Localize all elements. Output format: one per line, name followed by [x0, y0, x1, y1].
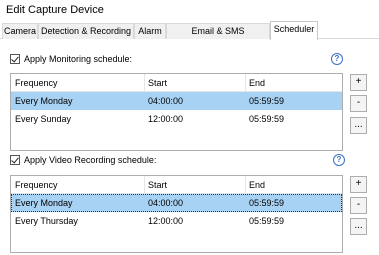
cell-end: 05:59:59: [249, 114, 285, 124]
tab-email-sms-notifications[interactable]: Email & SMS Notifications: [166, 23, 270, 50]
window-title: Edit Capture Device: [6, 4, 104, 16]
help-icon[interactable]: ?: [331, 53, 343, 65]
column-header-end[interactable]: End: [249, 176, 265, 194]
add-monitoring-schedule-button[interactable]: +: [350, 74, 367, 91]
cell-start: 04:00:00: [148, 198, 184, 208]
column-header-frequency[interactable]: Frequency: [15, 176, 58, 194]
table-row[interactable]: Every Sunday 12:00:00 05:59:59: [11, 110, 342, 128]
scheduler-panel: Apply Monitoring schedule: ? Frequency S…: [0, 39, 379, 255]
video-recording-schedule-table[interactable]: Frequency Start End Every Monday 04:00:0…: [10, 175, 343, 253]
column-divider[interactable]: [245, 74, 246, 92]
table-row[interactable]: Every Monday 04:00:00 05:59:59: [11, 194, 342, 212]
table-row[interactable]: Every Thursday 12:00:00 05:59:59: [11, 212, 342, 230]
column-divider[interactable]: [144, 74, 145, 92]
checkbox-checked-icon[interactable]: [10, 53, 20, 64]
monitoring-schedule-checkbox[interactable]: Apply Monitoring schedule:: [10, 52, 132, 65]
checkbox-checked-icon[interactable]: [10, 154, 20, 165]
monitoring-schedule-label: Apply Monitoring schedule:: [24, 53, 133, 64]
add-recording-schedule-button[interactable]: +: [350, 176, 367, 193]
tab-camera[interactable]: Camera: [2, 23, 38, 39]
column-divider[interactable]: [144, 176, 145, 194]
table-header: Frequency Start End: [11, 176, 342, 194]
tab-alarm[interactable]: Alarm: [134, 23, 166, 39]
column-divider[interactable]: [245, 176, 246, 194]
title-bar: Edit Capture Device: [0, 0, 379, 20]
edit-monitoring-schedule-button[interactable]: ...: [350, 117, 367, 134]
cell-frequency: Every Thursday: [15, 216, 78, 226]
cell-start: 12:00:00: [148, 216, 184, 226]
cell-start: 12:00:00: [148, 114, 184, 124]
tab-scheduler[interactable]: Scheduler: [270, 21, 318, 40]
cell-end: 05:59:59: [249, 198, 285, 208]
tab-strip: Camera Detection & Recording Alarm Email…: [0, 20, 379, 50]
remove-monitoring-schedule-button[interactable]: -: [350, 95, 367, 112]
column-header-start[interactable]: Start: [148, 74, 167, 92]
cell-frequency: Every Sunday: [15, 114, 72, 124]
video-recording-schedule-label: Apply Video Recording schedule:: [24, 154, 157, 165]
cell-end: 05:59:59: [249, 96, 285, 106]
help-icon[interactable]: ?: [333, 154, 345, 166]
cell-start: 04:00:00: [148, 96, 184, 106]
monitoring-schedule-table[interactable]: Frequency Start End Every Monday 04:00:0…: [10, 73, 343, 151]
edit-recording-schedule-button[interactable]: ...: [350, 218, 367, 235]
table-header: Frequency Start End: [11, 74, 342, 92]
cell-frequency: Every Monday: [15, 198, 73, 208]
column-header-start[interactable]: Start: [148, 176, 167, 194]
table-row[interactable]: Every Monday 04:00:00 05:59:59: [11, 92, 342, 110]
column-header-frequency[interactable]: Frequency: [15, 74, 58, 92]
tab-detection-recording[interactable]: Detection & Recording: [38, 23, 134, 39]
cell-end: 05:59:59: [249, 216, 285, 226]
remove-recording-schedule-button[interactable]: -: [350, 197, 367, 214]
cell-frequency: Every Monday: [15, 96, 73, 106]
column-header-end[interactable]: End: [249, 74, 265, 92]
video-recording-schedule-checkbox[interactable]: Apply Video Recording schedule:: [10, 153, 156, 166]
